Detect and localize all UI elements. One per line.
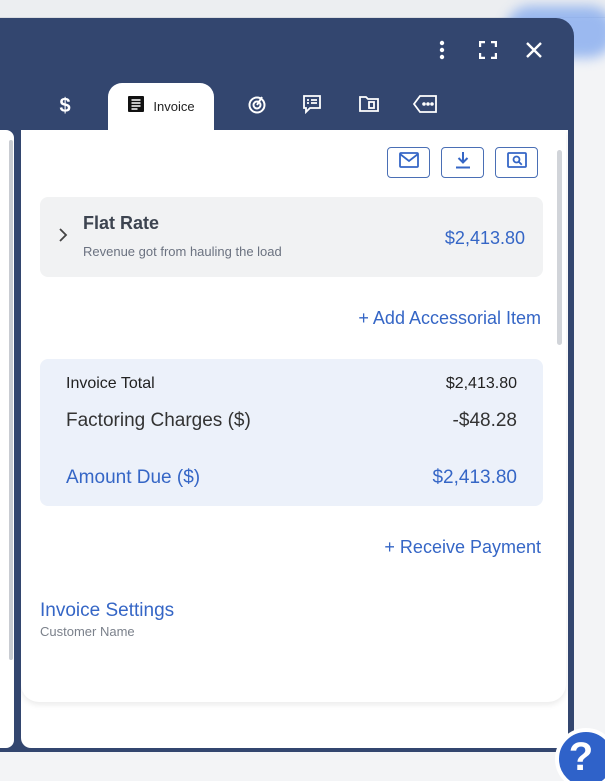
panel-tabs: $ Invoice: [0, 83, 574, 130]
invoice-content: Flat Rate Revenue got from hauling the l…: [21, 130, 568, 748]
dollar-icon: $: [59, 95, 71, 117]
amount-due-row: Amount Due ($) $2,413.80: [66, 467, 517, 489]
invoice-total-label: Invoice Total: [66, 375, 155, 392]
factoring-charges-row: Factoring Charges ($) -$48.28: [66, 410, 517, 432]
close-icon[interactable]: [522, 38, 546, 62]
email-invoice-button[interactable]: [387, 147, 430, 178]
download-icon: [455, 151, 471, 174]
factoring-charges-label: Factoring Charges ($): [66, 410, 251, 431]
email-icon: [398, 152, 419, 173]
previous-pane: [0, 130, 14, 748]
amount-due-value: $2,413.80: [432, 467, 517, 488]
tab-notes[interactable]: [299, 83, 325, 130]
invoice-total-value: $2,413.80: [445, 375, 517, 392]
tab-payments[interactable]: $: [50, 83, 80, 130]
preview-icon: [506, 152, 527, 173]
preview-invoice-button[interactable]: [495, 147, 538, 178]
receive-payment-link[interactable]: + Receive Payment: [384, 537, 541, 558]
documents-icon: [359, 95, 379, 118]
amount-due-label: Amount Due ($): [66, 467, 201, 488]
panel-header-actions: [430, 38, 546, 62]
tab-documents[interactable]: [356, 83, 382, 130]
fullscreen-icon[interactable]: [476, 38, 500, 62]
invoice-totals: Invoice Total $2,413.80 Factoring Charge…: [40, 359, 543, 506]
more-vertical-icon[interactable]: [430, 38, 454, 62]
content-scrollbar[interactable]: [557, 150, 562, 345]
tab-invoice-label: Invoice: [153, 99, 195, 114]
customer-name-label: Customer Name: [40, 624, 135, 639]
invoice-settings-title[interactable]: Invoice Settings: [40, 600, 174, 622]
chevron-right-icon[interactable]: [58, 227, 68, 248]
load-details-panel: $ Invoice Flat Rate Revenue got from hau…: [0, 18, 574, 752]
tab-tags[interactable]: [411, 83, 439, 130]
tab-tracking[interactable]: [244, 83, 270, 130]
factoring-charges-value: -$48.28: [452, 410, 517, 431]
line-item-title: Flat Rate: [83, 213, 160, 233]
previous-pane-scrollbar[interactable]: [9, 140, 13, 660]
tab-invoice[interactable]: Invoice: [108, 83, 214, 130]
tags-icon: [412, 95, 437, 118]
line-item-amount: $2,413.80: [444, 228, 525, 248]
line-item-subtitle: Revenue got from hauling the load: [83, 244, 282, 259]
help-icon: ?: [568, 734, 594, 779]
invoice-icon: [127, 95, 145, 118]
add-accessorial-item-link[interactable]: + Add Accessorial Item: [358, 308, 541, 329]
invoice-card: Flat Rate Revenue got from hauling the l…: [21, 130, 566, 702]
notes-icon: [302, 94, 322, 119]
download-invoice-button[interactable]: [441, 147, 484, 178]
tracking-icon: [247, 94, 267, 119]
line-item-flat-rate[interactable]: Flat Rate Revenue got from hauling the l…: [40, 197, 543, 277]
invoice-total-row: Invoice Total $2,413.80: [66, 375, 517, 393]
